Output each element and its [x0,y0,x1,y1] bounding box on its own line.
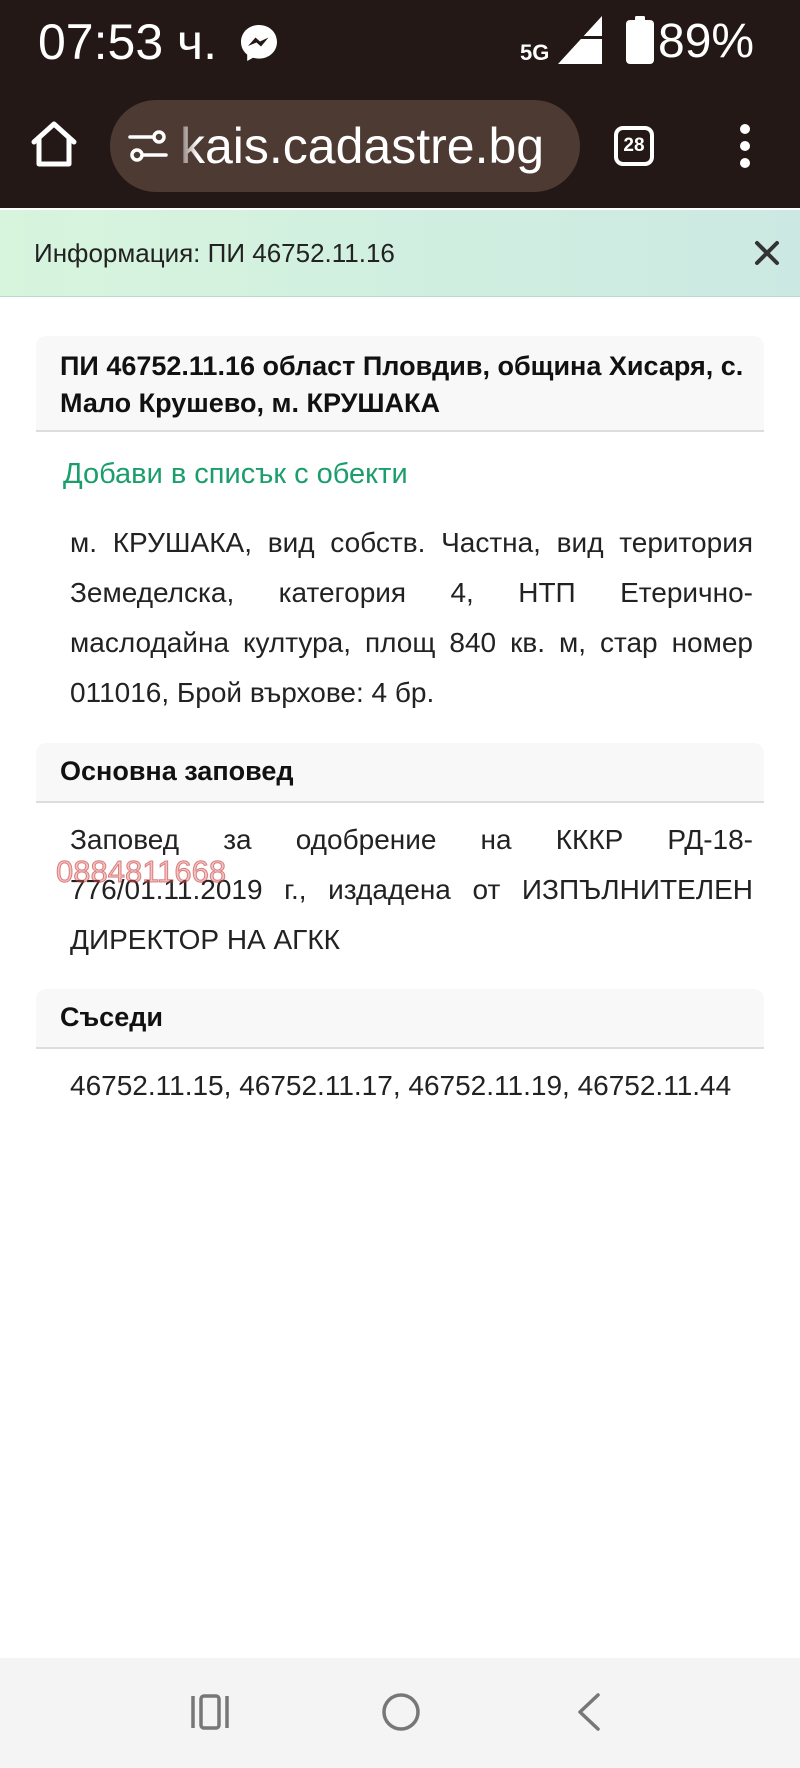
home-icon[interactable] [28,118,80,170]
neighbours-heading: Съседи [36,989,764,1049]
neighbours-list: 46752.11.15, 46752.11.17, 46752.11.19, 4… [70,1070,732,1101]
add-to-list-link[interactable]: Добави в списък с обекти [63,458,408,491]
info-header: Информация: ПИ 46752.11.16 [0,210,800,297]
browser-chrome: 07:53 ч. 5G 89% kais.cadastre.bg 28 [0,0,800,208]
network-type: 5G [520,40,550,65]
home-circle-icon[interactable] [380,1691,422,1733]
signal-icon [558,16,602,64]
back-icon[interactable] [574,1692,604,1732]
status-bar: 07:53 ч. 5G 89% [0,0,800,84]
system-nav-bar [0,1658,800,1768]
battery-percent: 89% [658,15,755,68]
order-text: Заповед за одобрение на КККР РД-18-776/0… [70,824,753,955]
site-settings-icon[interactable] [128,128,168,164]
address-bar[interactable]: kais.cadastre.bg [110,100,580,192]
info-title: Информация: ПИ 46752.11.16 [34,238,395,268]
battery-icon [626,16,654,64]
recents-icon[interactable] [190,1692,230,1732]
more-vert-icon[interactable] [730,124,760,168]
url-text[interactable]: kais.cadastre.bg [180,100,544,192]
messenger-icon [241,25,277,61]
url-fade [172,100,198,192]
close-icon[interactable] [752,238,782,268]
url-toolbar: kais.cadastre.bg 28 [0,84,800,208]
tab-switcher-button[interactable]: 28 [614,126,654,166]
status-time: 07:53 ч. [38,14,217,70]
parcel-description: м. КРУШАКА, вид собств. Частна, вид тери… [70,527,753,708]
parcel-title: ПИ 46752.11.16 област Пловдив, община Хи… [36,336,764,432]
order-heading: Основна заповед [36,743,764,803]
